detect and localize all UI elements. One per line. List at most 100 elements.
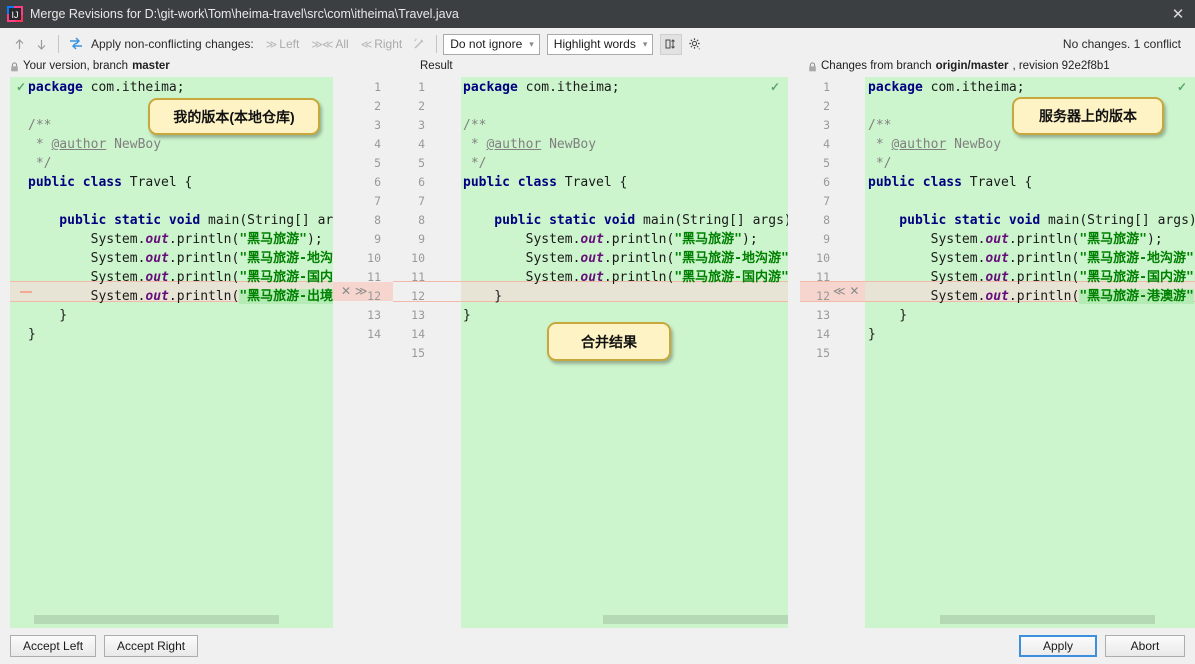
- result-conflict-marks[interactable]: ✕ ≫: [341, 284, 367, 298]
- code-token: Travel {: [564, 175, 628, 190]
- gutter-line-number: 11: [367, 270, 381, 284]
- code-line: public static void main(String[] args) {: [463, 211, 788, 230]
- gutter-line-number: 5: [418, 156, 425, 170]
- code-token: com.itheima;: [90, 80, 185, 95]
- result-pane-hscrollbar[interactable]: [603, 615, 788, 624]
- callout-server-version-text: 服务器上的版本: [1039, 108, 1137, 124]
- pane-headers: Your version, branch master Result Chang…: [0, 60, 1195, 77]
- code-line: System.out.println("黑马旅游");: [463, 230, 788, 249]
- left-pane-header: Your version, branch master: [10, 60, 170, 72]
- code-token: "黑马旅游-国内游": [239, 270, 333, 285]
- previous-difference-icon[interactable]: [8, 33, 30, 55]
- code-line: System.out.println("黑马旅游-地沟游");: [463, 249, 788, 268]
- code-line: * @author NewBoy: [868, 135, 1195, 154]
- code-token: "黑马旅游-国内游": [674, 270, 788, 285]
- abort-button[interactable]: Abort: [1105, 635, 1185, 657]
- gutter-line-number: 15: [816, 346, 830, 360]
- left-pane[interactable]: ✓ package com.itheima; /** * @author New…: [10, 77, 333, 628]
- code-token: }: [868, 327, 876, 342]
- code-token: @author: [891, 137, 947, 152]
- code-line: package com.itheima;: [463, 78, 788, 97]
- apply-non-conflicting-icon[interactable]: [65, 33, 87, 55]
- accept-right-button[interactable]: Accept Right: [104, 635, 199, 657]
- gutter-line-number: 1: [418, 80, 425, 94]
- right-pane-header: Changes from branch origin/master, revis…: [808, 60, 1110, 72]
- code-line: System.out.println("黑马旅游-国内游");: [463, 268, 788, 287]
- code-line: /**: [463, 116, 788, 135]
- highlight-policy-select[interactable]: Highlight words ▾: [546, 33, 654, 55]
- magic-wand-icon[interactable]: [408, 33, 430, 55]
- code-line: * @author NewBoy: [28, 135, 333, 154]
- code-line: */: [463, 154, 788, 173]
- apply-all-action[interactable]: ≫≪ All: [311, 37, 348, 51]
- code-token: System.: [28, 232, 146, 247]
- code-line: System.out.println("黑马旅游-国内游");: [868, 268, 1195, 287]
- code-line: package com.itheima;: [28, 78, 333, 97]
- code-token: main(String[] args) {: [643, 213, 788, 228]
- code-line: System.out.println("黑马旅游-港澳游");: [868, 287, 1195, 306]
- code-token: out: [145, 270, 169, 285]
- side-by-side-viewer-icon[interactable]: [660, 33, 683, 55]
- right-conflict-marks[interactable]: ≪ ✕: [833, 284, 859, 298]
- code-token: Travel {: [969, 175, 1033, 190]
- chevron-left-double-icon: ≪: [360, 38, 372, 51]
- gutter-line-number: 7: [374, 194, 381, 208]
- intellij-idea-icon: IJ: [7, 6, 23, 22]
- code-line: * @author NewBoy: [463, 135, 788, 154]
- code-token: "黑马旅游": [674, 232, 742, 247]
- right-gutter: 1 2 3 4 5 6 7 8 9 10 11 12 13 14 15 ≪ ✕: [800, 77, 865, 628]
- gutter-line-number: 2: [418, 99, 425, 113]
- code-token: /**: [28, 118, 52, 133]
- gutter-line-number: 14: [367, 327, 381, 341]
- gutter-line-number: 9: [418, 232, 425, 246]
- apply-right-action[interactable]: ≪ Right: [361, 37, 403, 51]
- gutter-line-number: 13: [367, 308, 381, 322]
- apply-left-action[interactable]: ≫ Left: [266, 37, 300, 51]
- result-pane-header: Result: [420, 60, 453, 72]
- right-pane-hscrollbar[interactable]: [940, 615, 1155, 624]
- lock-icon: [808, 62, 817, 72]
- gutter-line-number: 4: [823, 137, 830, 151]
- code-token: System.: [868, 232, 986, 247]
- code-token: .println(: [603, 251, 675, 266]
- apply-left-label: Left: [279, 37, 300, 51]
- code-token: "黑马旅游-国内游": [1079, 270, 1194, 285]
- code-token: public class: [28, 175, 130, 190]
- code-line: }: [868, 325, 1195, 344]
- code-token: package: [463, 80, 526, 95]
- code-token: public static void: [868, 213, 1049, 228]
- apply-button[interactable]: Apply: [1019, 635, 1097, 657]
- gear-icon[interactable]: [684, 34, 706, 55]
- close-icon[interactable]: ✕: [1161, 0, 1195, 28]
- right-pane-revision: , revision 92e2f8b1: [1012, 60, 1110, 72]
- code-token: out: [985, 251, 1009, 266]
- code-token: NewBoy: [106, 137, 162, 152]
- chevron-down-icon: ▾: [529, 38, 534, 49]
- left-pane-hscrollbar[interactable]: [34, 615, 279, 624]
- toolbar-separator-2: [436, 35, 438, 53]
- chevron-down-icon: ▾: [642, 38, 648, 49]
- apply-all-label: All: [335, 37, 349, 51]
- result-pane-title: Result: [420, 60, 453, 72]
- code-token: NewBoy: [541, 137, 597, 152]
- callout-local-version-text: 我的版本(本地仓库): [173, 108, 295, 125]
- gutter-line-number: 9: [374, 232, 381, 246]
- code-token: }: [868, 308, 908, 323]
- code-token: .println(: [168, 270, 240, 285]
- gutter-line-number: 1: [374, 80, 381, 94]
- next-difference-icon[interactable]: [30, 33, 52, 55]
- code-token: }: [463, 289, 503, 304]
- code-token: NewBoy: [946, 137, 1002, 152]
- code-token: );: [1147, 232, 1163, 247]
- gutter-line-number: 4: [418, 137, 425, 151]
- accept-left-button[interactable]: Accept Left: [10, 635, 97, 657]
- code-token: .println(: [603, 270, 675, 285]
- right-pane[interactable]: 1 2 3 4 5 6 7 8 9 10 11 12 13 14 15 ≪ ✕ ✓ package com.…: [800, 77, 1195, 628]
- apply-non-conflicting-label: Apply non-conflicting changes:: [91, 37, 254, 51]
- callout-merge-result-text: 合并结果: [581, 333, 637, 350]
- apply-right-label: Right: [374, 37, 403, 51]
- ignore-policy-select[interactable]: Do not ignore ▾: [443, 33, 540, 55]
- gutter-line-number: 5: [823, 156, 830, 170]
